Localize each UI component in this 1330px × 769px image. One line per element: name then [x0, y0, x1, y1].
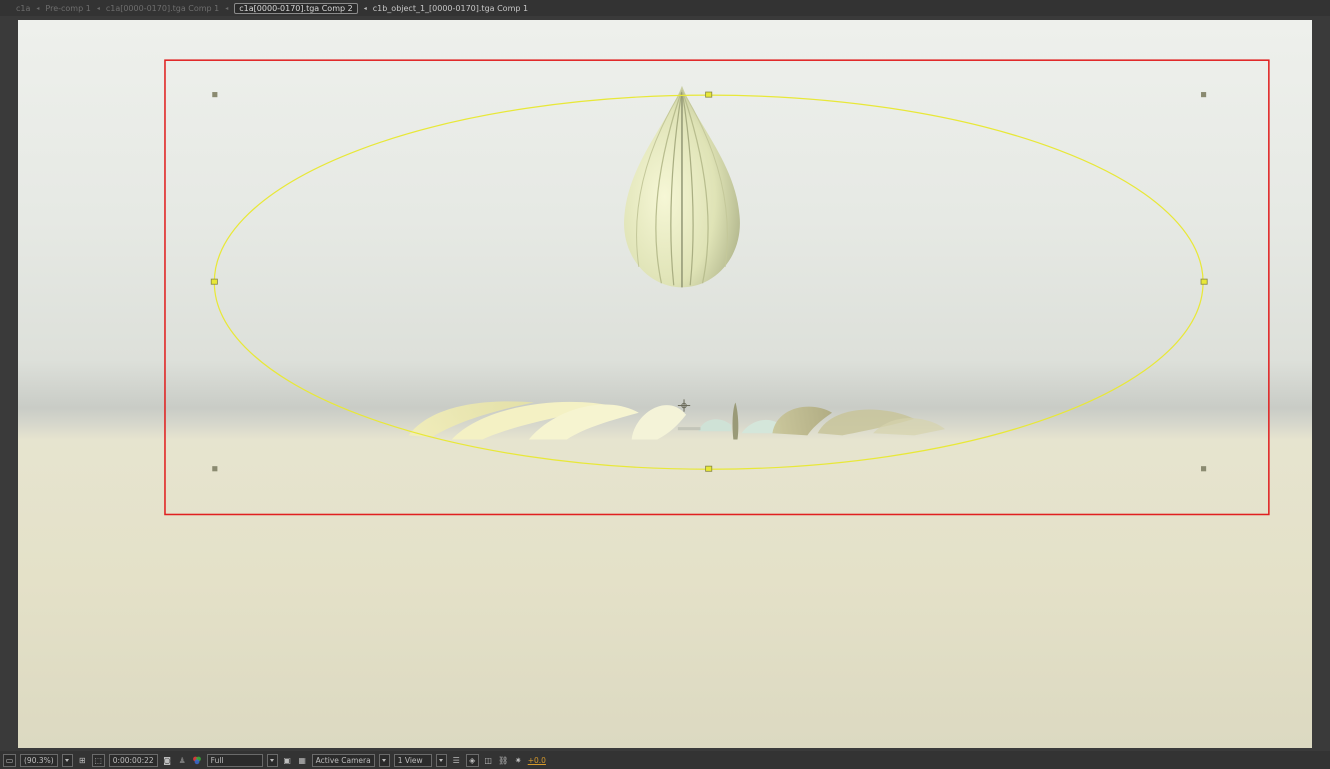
breadcrumb-separator-icon: ◂	[36, 4, 40, 12]
crumb-c1a-tga-comp-1[interactable]: c1a[0000-0170].tga Comp 1	[106, 4, 219, 13]
chevron-down-icon[interactable]	[378, 753, 390, 767]
composition-breadcrumb-bar: c1a ◂ Pre-comp 1 ◂ c1a[0000-0170].tga Co…	[0, 0, 1330, 16]
draft-3d-icon[interactable]: ◈	[465, 753, 479, 767]
camera-view-dropdown[interactable]: Active Camera	[311, 753, 375, 767]
crumb-c1a[interactable]: c1a	[16, 4, 30, 13]
view-layout-dropdown[interactable]: 1 View	[393, 753, 432, 767]
layer-bounding-box[interactable]	[164, 59, 1270, 516]
magnification-dropdown[interactable]: (90.3%)	[20, 753, 58, 767]
monitor-icon[interactable]: ▭	[3, 753, 16, 767]
timeline-icon[interactable]: ◫	[483, 755, 494, 766]
breadcrumb-separator-icon: ◂	[225, 4, 229, 12]
chevron-down-icon[interactable]	[61, 753, 73, 767]
chevron-down-icon[interactable]	[266, 753, 278, 767]
drop-object	[624, 85, 740, 288]
exposure-value[interactable]: +0.0	[528, 756, 546, 765]
crumb-c1b-object-comp-1[interactable]: c1b_object_1_[0000-0170].tga Comp 1	[373, 4, 528, 13]
checkerboard-icon[interactable]: ▦	[297, 755, 308, 766]
petal-cluster	[408, 401, 946, 440]
viewer-toolbar: ▭ (90.3%) ⊞ ⬚ 0:00:00:22 ◙ ♟ Full ▣ ▦ Ac…	[0, 751, 1330, 769]
composition-viewer[interactable]	[18, 20, 1312, 748]
breadcrumb-separator-icon: ◂	[363, 4, 367, 12]
rgb-channel-icon[interactable]	[192, 755, 203, 766]
viewer-canvas	[164, 59, 1270, 516]
camera-icon[interactable]: ◙	[162, 755, 173, 766]
current-time-display[interactable]: 0:00:00:22	[108, 753, 158, 767]
flowchart-icon[interactable]: ⛓	[498, 755, 509, 766]
grid-guides-icon[interactable]: ⊞	[77, 755, 88, 766]
roi-icon[interactable]: ▣	[282, 755, 293, 766]
chevron-down-icon[interactable]	[435, 753, 447, 767]
crumb-pre-comp-1[interactable]: Pre-comp 1	[45, 4, 90, 13]
crumb-c1a-tga-comp-2[interactable]: c1a[0000-0170].tga Comp 2	[234, 2, 358, 14]
breadcrumb-separator-icon: ◂	[96, 4, 100, 12]
resolution-dropdown[interactable]: Full	[206, 753, 263, 767]
mask-toggle-icon[interactable]: ⬚	[91, 753, 105, 767]
person-icon[interactable]: ♟	[177, 755, 188, 766]
toggle-pixel-aspect-icon[interactable]: ☰	[451, 755, 462, 766]
fast-previews-icon[interactable]: ✷	[513, 755, 524, 766]
